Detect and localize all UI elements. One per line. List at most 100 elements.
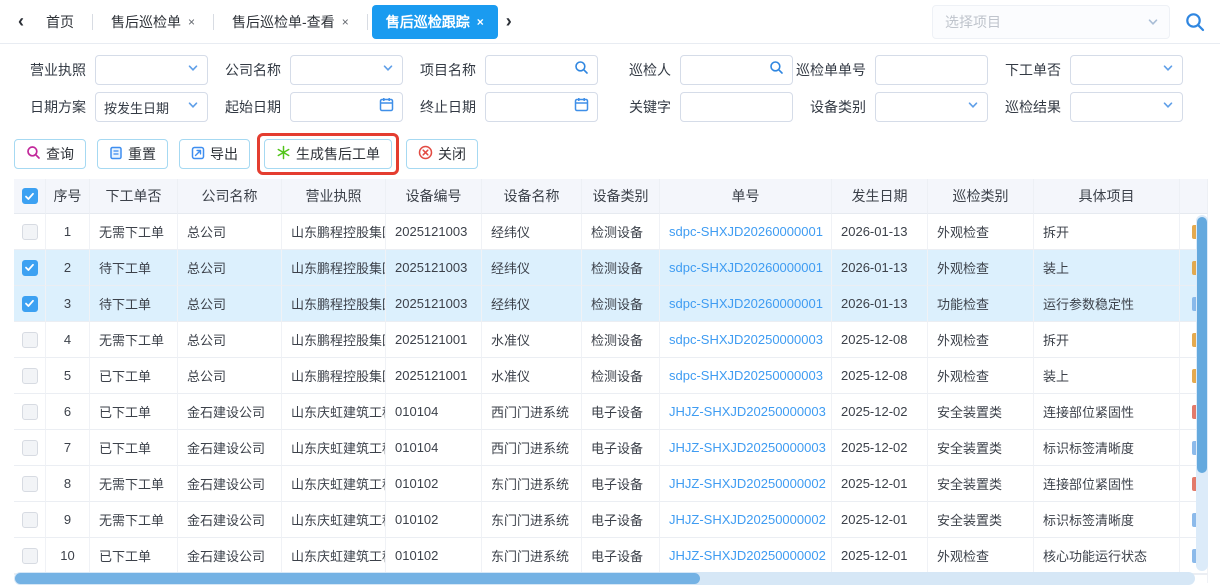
row-checkbox[interactable] [22, 332, 38, 348]
filter-field-value: 按发生日期 [104, 98, 187, 117]
global-search-icon[interactable] [1184, 11, 1206, 33]
cell-item: 装上 [1034, 358, 1180, 394]
row-checkbox[interactable] [22, 548, 38, 564]
tabs-scroll-right-icon[interactable]: › [498, 11, 520, 32]
cell-doc-no[interactable]: JHJZ-SHXJD20250000002 [660, 538, 832, 574]
cell-device-type: 电子设备 [582, 502, 660, 538]
tab-close-icon[interactable]: × [477, 15, 484, 29]
export-button[interactable]: 导出 [179, 139, 250, 169]
row-checkbox-cell [14, 394, 46, 430]
cell-company: 金石建设公司 [178, 394, 282, 430]
horizontal-scrollbar-thumb[interactable] [15, 573, 700, 584]
cell-item: 标识标签清晰度 [1034, 502, 1180, 538]
cell-company: 总公司 [178, 250, 282, 286]
row-checkbox[interactable] [22, 404, 38, 420]
search-icon [574, 60, 589, 80]
filter-select-field[interactable] [1070, 92, 1183, 122]
filter-text-field[interactable] [680, 92, 793, 122]
row-checkbox[interactable] [22, 440, 38, 456]
vertical-scrollbar-thumb[interactable] [1197, 217, 1207, 473]
cell-company: 金石建设公司 [178, 538, 282, 574]
column-header: 下工单否 [90, 179, 178, 214]
chevron-down-icon [1162, 98, 1174, 116]
row-checkbox[interactable] [22, 476, 38, 492]
tab-close-icon[interactable]: × [188, 15, 195, 29]
app-root: ‹ 首页售后巡检单×售后巡检单-查看×售后巡检跟踪× › 选择项目 营业执照公司… [0, 0, 1220, 587]
row-checkbox-cell [14, 286, 46, 322]
table-row: 4无需下工单总公司山东鹏程控股集团有2025121001水准仪检测设备sdpc-… [14, 322, 1208, 358]
column-header: 设备编号 [386, 179, 482, 214]
calendar-icon [379, 97, 394, 117]
cell-item: 核心功能运行状态 [1034, 538, 1180, 574]
project-select[interactable]: 选择项目 [932, 5, 1170, 39]
cell-seq: 10 [46, 538, 90, 574]
cell-doc-no[interactable]: sdpc-SHXJD20260000001 [660, 250, 832, 286]
row-checkbox[interactable] [22, 368, 38, 384]
cell-date: 2026-01-13 [832, 214, 928, 250]
cell-date: 2025-12-08 [832, 322, 928, 358]
query-button[interactable]: 查询 [14, 139, 86, 169]
column-header: 巡检类别 [928, 179, 1034, 214]
cell-license: 山东庆虹建筑工程有 [282, 466, 386, 502]
horizontal-scrollbar[interactable] [14, 572, 1195, 585]
cell-device-type: 电子设备 [582, 394, 660, 430]
row-checkbox[interactable] [22, 260, 38, 276]
filter-search-field[interactable] [680, 55, 793, 85]
tab-close-icon[interactable]: × [342, 15, 349, 29]
vertical-scrollbar[interactable] [1196, 215, 1208, 571]
cell-order-status: 待下工单 [90, 286, 178, 322]
row-checkbox[interactable] [22, 296, 38, 312]
tab-separator [213, 14, 214, 30]
filter-select-field[interactable]: 按发生日期 [95, 92, 208, 122]
filter-select-field[interactable] [290, 55, 403, 85]
filter-search-field[interactable] [485, 55, 598, 85]
cell-doc-no[interactable]: sdpc-SHXJD20250000003 [660, 322, 832, 358]
cell-doc-no[interactable]: sdpc-SHXJD20260000001 [660, 214, 832, 250]
cell-doc-no[interactable]: JHJZ-SHXJD20250000003 [660, 430, 832, 466]
cell-device-name: 西门门进系统 [482, 430, 582, 466]
close-button[interactable]: 关闭 [406, 139, 478, 169]
cell-doc-no[interactable]: JHJZ-SHXJD20250000002 [660, 466, 832, 502]
cell-date: 2025-12-01 [832, 466, 928, 502]
tab-item-2[interactable]: 售后巡检单-查看× [218, 5, 363, 39]
row-checkbox[interactable] [22, 512, 38, 528]
tab-item-1[interactable]: 售后巡检单× [97, 5, 209, 39]
cell-date: 2025-12-02 [832, 430, 928, 466]
cell-doc-no[interactable]: JHJZ-SHXJD20250000003 [660, 394, 832, 430]
select-all-checkbox[interactable] [22, 188, 38, 204]
cell-license: 山东鹏程控股集团有 [282, 214, 386, 250]
toolbar-button-label: 生成售后工单 [296, 144, 380, 164]
filter-text-field[interactable] [875, 55, 988, 85]
reset-button[interactable]: 重置 [97, 139, 168, 169]
toolbar-button-label: 查询 [46, 144, 74, 164]
filter-row-2: 日期方案按发生日期起始日期终止日期关键字设备类别巡检结果 [14, 92, 1206, 122]
table-row: 3待下工单总公司山东鹏程控股集团有2025121003经纬仪检测设备sdpc-S… [14, 286, 1208, 322]
filter-select-field[interactable] [95, 55, 208, 85]
filter-select-field[interactable] [1070, 55, 1183, 85]
tab-home[interactable]: 首页 [32, 5, 88, 39]
tab-label: 首页 [46, 12, 74, 32]
cell-date: 2025-12-01 [832, 538, 928, 574]
filter-date-field[interactable] [485, 92, 598, 122]
cell-doc-no[interactable]: sdpc-SHXJD20260000001 [660, 286, 832, 322]
cell-doc-no[interactable]: JHJZ-SHXJD20250000002 [660, 502, 832, 538]
filter-group: 巡检单单号 [794, 55, 989, 85]
tab-item-3[interactable]: 售后巡检跟踪× [372, 5, 498, 39]
table-row: 7已下工单金石建设公司山东庆虹建筑工程有010104西门门进系统电子设备JHJZ… [14, 430, 1208, 466]
cell-doc-no[interactable]: sdpc-SHXJD20250000003 [660, 358, 832, 394]
search-icon [769, 60, 784, 80]
cell-license: 山东庆虹建筑工程有 [282, 394, 386, 430]
cell-order-status: 已下工单 [90, 394, 178, 430]
table-row: 10已下工单金石建设公司山东庆虹建筑工程有010102东门门进系统电子设备JHJ… [14, 538, 1208, 574]
cell-company: 总公司 [178, 286, 282, 322]
column-header: 设备名称 [482, 179, 582, 214]
row-checkbox-cell [14, 214, 46, 250]
generate-work-order-button[interactable]: 生成售后工单 [264, 139, 392, 169]
table-header-row: 序号下工单否公司名称营业执照设备编号设备名称设备类别单号发生日期巡检类别具体项目 [14, 179, 1208, 214]
column-header: 营业执照 [282, 179, 386, 214]
filter-date-field[interactable] [290, 92, 403, 122]
cell-device-name: 经纬仪 [482, 250, 582, 286]
filter-select-field[interactable] [875, 92, 988, 122]
row-checkbox[interactable] [22, 224, 38, 240]
tabs-scroll-left-icon[interactable]: ‹ [10, 11, 32, 32]
